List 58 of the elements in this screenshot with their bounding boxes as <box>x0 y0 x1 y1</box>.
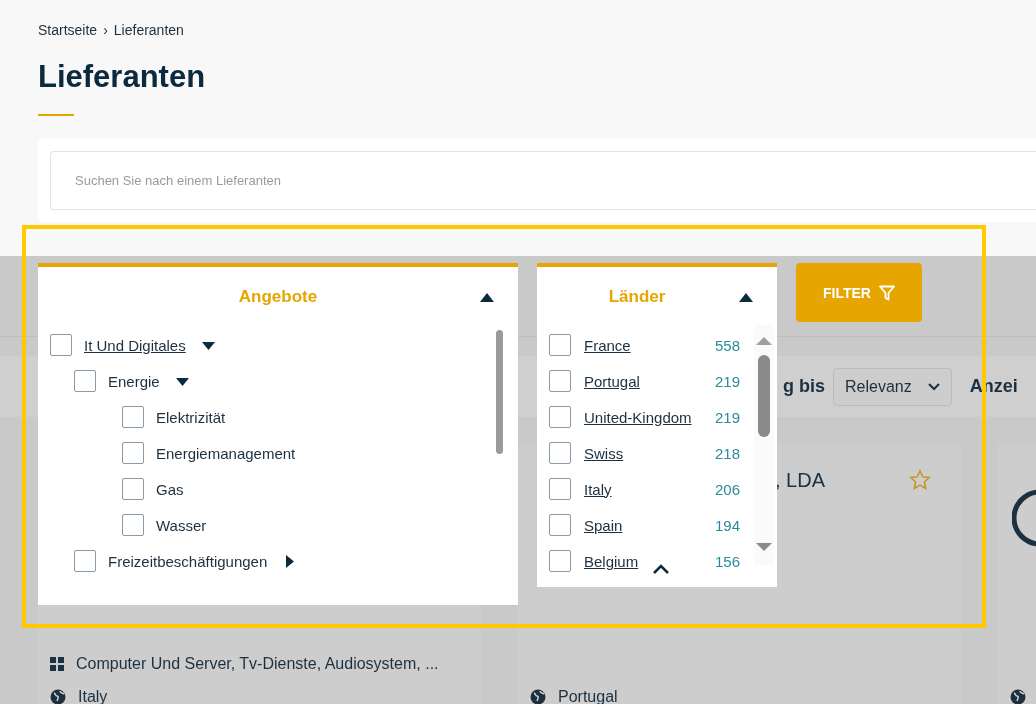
checkbox[interactable] <box>549 334 571 356</box>
filter-icon <box>879 284 895 301</box>
page-title: Lieferanten <box>38 58 207 96</box>
breadcrumb-link[interactable]: Lieferanten <box>113 22 184 38</box>
offers-text: Computer Und Server, Tv-Dienste, Audiosystem, ... <box>76 655 439 673</box>
checkbox[interactable] <box>122 514 144 536</box>
checkbox[interactable] <box>50 334 72 356</box>
grid-icon <box>50 657 64 671</box>
caret-up-icon[interactable] <box>739 293 753 302</box>
scroll-down-icon[interactable] <box>756 543 772 551</box>
checkbox[interactable] <box>74 550 96 572</box>
chevron-down-icon <box>927 382 940 391</box>
country-link[interactable]: United-Kingdom <box>584 408 702 426</box>
count-text: 219 <box>714 408 740 426</box>
checkbox[interactable] <box>122 406 144 428</box>
country-link[interactable]: France <box>584 336 702 354</box>
checkbox[interactable] <box>549 550 571 572</box>
scrollbar-thumb[interactable] <box>758 355 770 437</box>
checkbox[interactable] <box>549 478 571 500</box>
count-text: 206 <box>714 480 740 498</box>
count-text: 219 <box>714 372 740 390</box>
breadcrumb-separator: › <box>103 22 108 38</box>
country-link[interactable]: Portugal <box>584 372 702 390</box>
category-link[interactable]: It Und Digitales <box>84 336 186 354</box>
country-link[interactable]: Italy <box>584 480 702 498</box>
search-field[interactable]: Suchen Sie nach einem Lieferanten <box>50 151 1036 211</box>
sort-label: g bis <box>783 376 825 397</box>
supplier-name: , LDA <box>774 468 825 492</box>
country-link[interactable]: Spain <box>584 516 702 534</box>
checkbox[interactable] <box>122 478 144 500</box>
star-icon[interactable] <box>909 469 931 491</box>
count-text: 218 <box>714 444 740 462</box>
count-text: 194 <box>714 516 740 534</box>
category-label[interactable]: Energiemanagement <box>156 444 296 462</box>
scrollbar[interactable] <box>754 325 774 565</box>
sort-select[interactable]: Relevanz <box>833 367 952 406</box>
category-label[interactable]: Energie <box>108 372 160 390</box>
scrollbar[interactable] <box>496 330 503 454</box>
country-link[interactable]: Belgium <box>584 552 702 570</box>
checkbox[interactable] <box>549 406 571 428</box>
checkbox[interactable] <box>74 370 96 392</box>
category-label[interactable]: Freizeitbeschäftigungen <box>108 552 268 570</box>
checkbox[interactable] <box>549 442 571 464</box>
checkbox[interactable] <box>122 442 144 464</box>
checkbox[interactable] <box>549 370 571 392</box>
caret-up-icon[interactable] <box>480 293 494 302</box>
count-text: 156 <box>714 552 740 570</box>
category-label[interactable]: Gas <box>156 480 184 498</box>
dropdown-title: Angebote <box>238 287 318 307</box>
country-link[interactable]: Swiss <box>584 444 702 462</box>
count-text: 558 <box>714 336 740 354</box>
checkbox[interactable] <box>549 514 571 536</box>
breadcrumb-link[interactable]: Startseite <box>38 22 98 38</box>
dropdown-title: Länder <box>608 287 666 307</box>
category-label[interactable]: Elektrizität <box>156 408 226 426</box>
caret-right-icon[interactable] <box>283 554 297 568</box>
category-label[interactable]: Wasser <box>156 516 207 534</box>
chevron-up-icon[interactable] <box>652 564 670 575</box>
